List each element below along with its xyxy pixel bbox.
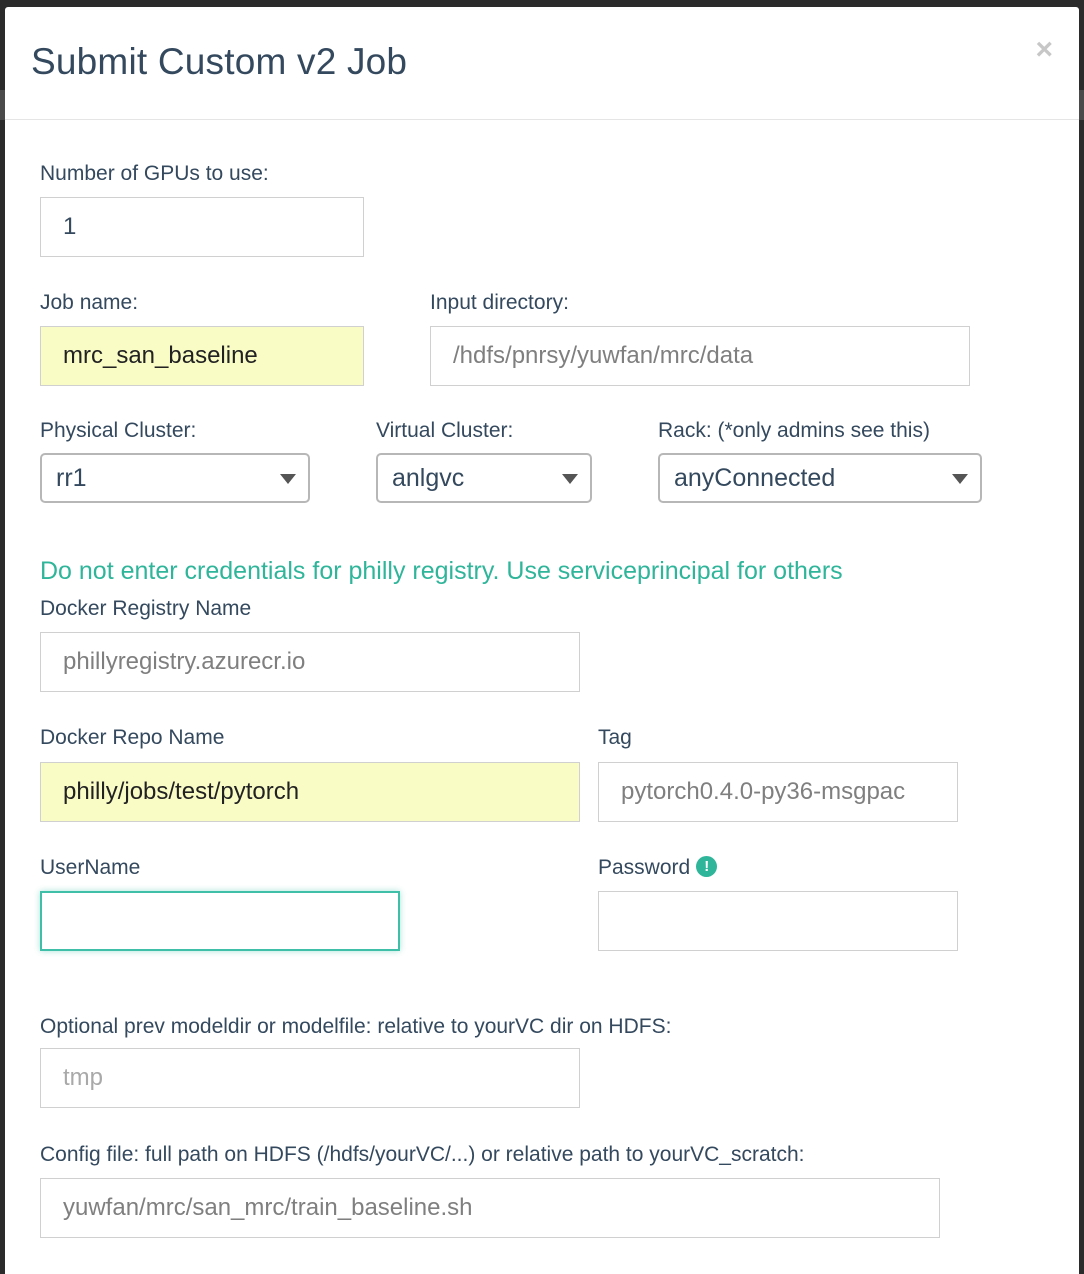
virtual-cluster-label: Virtual Cluster: [376, 419, 514, 442]
modal-header: Submit Custom v2 Job × [5, 7, 1079, 120]
tag-input[interactable]: pytorch0.4.0-py36-msgpac [598, 762, 958, 822]
docker-repo-label: Docker Repo Name [40, 726, 225, 749]
docker-registry-input[interactable]: phillyregistry.azurecr.io [40, 632, 580, 692]
tag-label: Tag [598, 726, 632, 749]
submit-job-modal: Submit Custom v2 Job × Number of GPUs to… [5, 7, 1079, 1274]
chevron-down-icon [562, 474, 578, 484]
username-input[interactable] [40, 891, 400, 951]
close-icon[interactable]: × [1035, 35, 1053, 65]
credentials-notice: Do not enter credentials for philly regi… [40, 557, 843, 585]
rack-label: Rack: (*only admins see this) [658, 419, 930, 442]
virtual-cluster-select[interactable]: anlgvc [376, 453, 592, 503]
prev-model-label: Optional prev modeldir or modelfile: rel… [40, 1015, 672, 1038]
chevron-down-icon [280, 474, 296, 484]
job-name-input[interactable]: mrc_san_baseline [40, 326, 364, 386]
gpus-input[interactable]: 1 [40, 197, 364, 257]
modal-title: Submit Custom v2 Job [31, 41, 408, 82]
password-input[interactable] [598, 891, 958, 951]
rack-select[interactable]: anyConnected [658, 453, 982, 503]
rack-value: anyConnected [674, 463, 836, 492]
config-file-input[interactable]: yuwfan/mrc/san_mrc/train_baseline.sh [40, 1178, 940, 1238]
config-file-label: Config file: full path on HDFS (/hdfs/yo… [40, 1143, 805, 1166]
gpus-label: Number of GPUs to use: [40, 162, 269, 185]
password-label: Password! [598, 855, 718, 880]
physical-cluster-value: rr1 [56, 463, 87, 492]
input-directory-input[interactable]: /hdfs/pnrsy/yuwfan/mrc/data [430, 326, 970, 386]
chevron-down-icon [952, 474, 968, 484]
virtual-cluster-value: anlgvc [392, 463, 465, 492]
physical-cluster-select[interactable]: rr1 [40, 453, 310, 503]
job-name-label: Job name: [40, 291, 139, 314]
docker-repo-input[interactable]: philly/jobs/test/pytorch [40, 762, 580, 822]
password-label-text: Password [598, 856, 691, 879]
username-label: UserName [40, 856, 141, 879]
input-directory-label: Input directory: [430, 291, 569, 314]
exclamation-circle-icon[interactable]: ! [696, 855, 718, 877]
physical-cluster-label: Physical Cluster: [40, 419, 197, 442]
docker-registry-label: Docker Registry Name [40, 597, 252, 620]
prev-model-input[interactable]: tmp [40, 1048, 580, 1108]
